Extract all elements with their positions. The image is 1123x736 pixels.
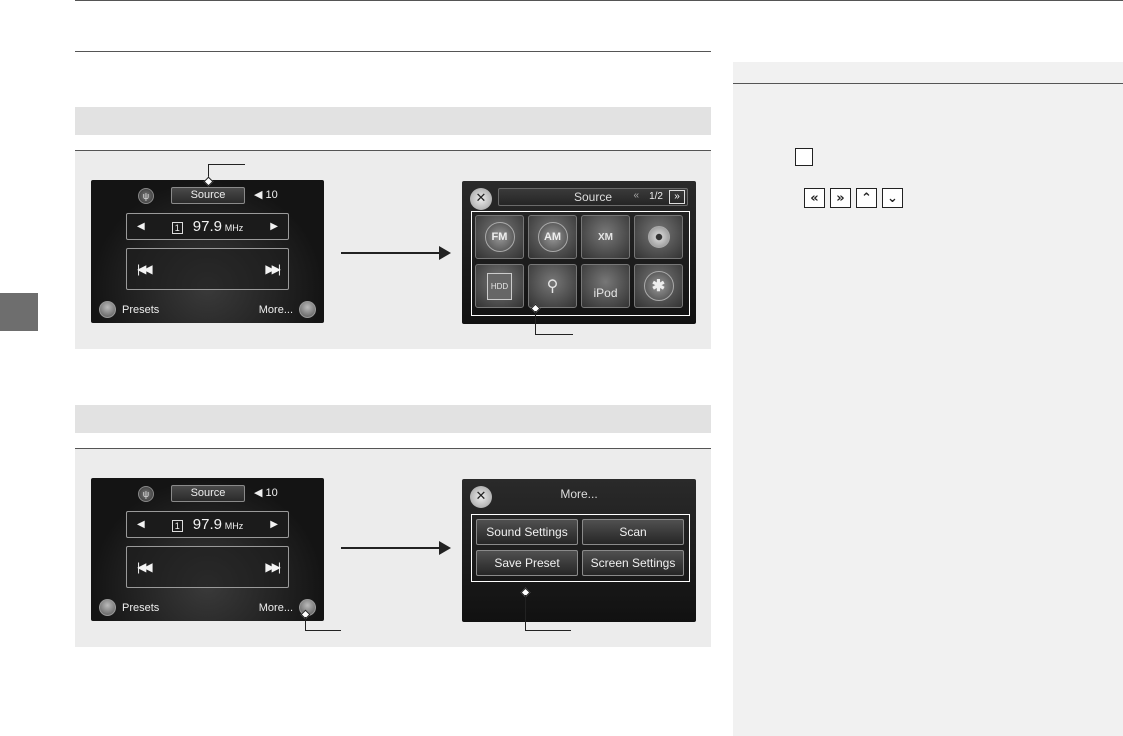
source-xm[interactable]: XM <box>581 215 630 259</box>
close-icon[interactable]: ✕ <box>470 486 492 508</box>
top-rule <box>75 0 1123 1</box>
page-indicator: 1/2 <box>649 191 663 202</box>
down-icon: ⌄ <box>882 188 903 208</box>
am-icon: AM <box>537 222 568 252</box>
source-grid-frame: FM AM XM HDD ⚲ iPod ✱ <box>471 211 690 316</box>
bluetooth-icon: ✱ <box>643 271 674 301</box>
frequency-value: 97.9 <box>192 516 222 533</box>
more-buttons-frame: Sound Settings Scan Save Preset Screen S… <box>471 514 690 582</box>
scan-button[interactable]: Scan <box>582 519 684 545</box>
close-icon[interactable]: ✕ <box>470 188 492 210</box>
xm-icon: XM <box>598 231 613 243</box>
hdd-icon: HDD <box>486 272 513 300</box>
presets-control[interactable]: Presets <box>99 599 159 616</box>
source-am[interactable]: AM <box>528 215 577 259</box>
frequency-unit: MHz <box>224 223 244 233</box>
callout-line <box>208 164 245 165</box>
tune-up-icon[interactable]: ▶ <box>270 221 278 232</box>
usb-icon: ⚲ <box>546 278 559 295</box>
preset-number: 1 <box>171 222 183 234</box>
callout-line <box>535 334 573 335</box>
section-band-2 <box>75 405 711 433</box>
antenna-icon[interactable]: ψ <box>138 188 154 204</box>
section-rule <box>75 51 711 52</box>
arrow <box>341 252 441 254</box>
page-next-icon[interactable]: » <box>669 190 685 204</box>
volume-indicator: ◀ 10 <box>254 189 278 201</box>
source-button[interactable]: Source <box>171 187 245 204</box>
source-title-bar: Source « 1/2 » <box>498 188 688 206</box>
more-title: More... <box>560 487 598 501</box>
tune-up-icon[interactable]: ▶ <box>270 519 278 530</box>
skip-back-icon: « <box>804 188 825 208</box>
ipod-icon: iPod <box>593 286 618 300</box>
section-band-1 <box>75 107 711 135</box>
presets-control[interactable]: Presets <box>99 301 159 318</box>
arrow-head <box>439 541 451 555</box>
screen-settings-button[interactable]: Screen Settings <box>582 550 684 576</box>
frequency-bar[interactable]: ◀ 1 97.9 MHz ▶ <box>126 511 289 538</box>
skip-forward-icon: » <box>830 188 851 208</box>
preset-number: 1 <box>171 520 183 532</box>
skip-bar: |◀◀ ▶▶| <box>126 248 289 290</box>
seek-back-icon[interactable]: |◀◀ <box>137 262 152 276</box>
callout-line <box>525 630 571 631</box>
menu-icon <box>795 148 813 166</box>
knob-icon <box>99 301 116 318</box>
frequency-unit: MHz <box>224 521 244 531</box>
diagram-panel-2: ψ Source ◀ 10 ◀ 1 97.9 MHz ▶ |◀◀ ▶▶| Pre… <box>75 448 711 647</box>
antenna-icon[interactable]: ψ <box>138 486 154 502</box>
seek-forward-icon[interactable]: ▶▶| <box>265 262 280 276</box>
radio-screen: ψ Source ◀ 10 ◀ 1 97.9 MHz ▶ |◀◀ ▶▶| Pre… <box>91 180 324 323</box>
arrow-head <box>439 246 451 260</box>
tune-down-icon[interactable]: ◀ <box>137 519 145 530</box>
callout-line <box>535 311 536 335</box>
radio-screen: ψ Source ◀ 10 ◀ 1 97.9 MHz ▶ |◀◀ ▶▶| Pre… <box>91 478 324 621</box>
callout-line <box>305 617 306 631</box>
arrow <box>341 547 441 549</box>
source-usb[interactable]: ⚲ <box>528 264 577 308</box>
fm-icon: FM <box>484 222 515 252</box>
tune-down-icon[interactable]: ◀ <box>137 221 145 232</box>
frequency-bar[interactable]: ◀ 1 97.9 MHz ▶ <box>126 213 289 240</box>
source-screen: ✕ Source « 1/2 » FM AM XM HDD ⚲ iPod ✱ <box>462 181 696 324</box>
more-control[interactable]: More... <box>259 301 316 318</box>
sidebar-panel: « » ⌃ ⌄ <box>733 62 1123 736</box>
save-preset-button[interactable]: Save Preset <box>476 550 578 576</box>
source-disc[interactable] <box>634 215 683 259</box>
diagram-panel-1: ψ Source ◀ 10 ◀ 1 97.9 MHz ▶ |◀◀ ▶▶| Pre… <box>75 150 711 349</box>
up-icon: ⌃ <box>856 188 877 208</box>
source-fm[interactable]: FM <box>475 215 524 259</box>
seek-back-icon[interactable]: |◀◀ <box>137 560 152 574</box>
seek-forward-icon[interactable]: ▶▶| <box>265 560 280 574</box>
callout-line <box>525 595 526 631</box>
chapter-tab <box>0 293 38 331</box>
page-prev-icon[interactable]: « <box>633 190 639 201</box>
more-screen: More... ✕ Sound Settings Scan Save Prese… <box>462 479 696 622</box>
source-title: Source <box>574 190 613 204</box>
sidebar-rule <box>733 83 1123 84</box>
frequency-value: 97.9 <box>192 218 222 235</box>
callout-line <box>305 630 341 631</box>
sound-settings-button[interactable]: Sound Settings <box>476 519 578 545</box>
source-bluetooth[interactable]: ✱ <box>634 264 683 308</box>
volume-indicator: ◀ 10 <box>254 487 278 499</box>
source-hdd[interactable]: HDD <box>475 264 524 308</box>
source-ipod[interactable]: iPod <box>581 264 630 308</box>
knob-icon <box>299 301 316 318</box>
source-button[interactable]: Source <box>171 485 245 502</box>
skip-bar: |◀◀ ▶▶| <box>126 546 289 588</box>
knob-icon <box>99 599 116 616</box>
disc-icon <box>647 226 670 248</box>
